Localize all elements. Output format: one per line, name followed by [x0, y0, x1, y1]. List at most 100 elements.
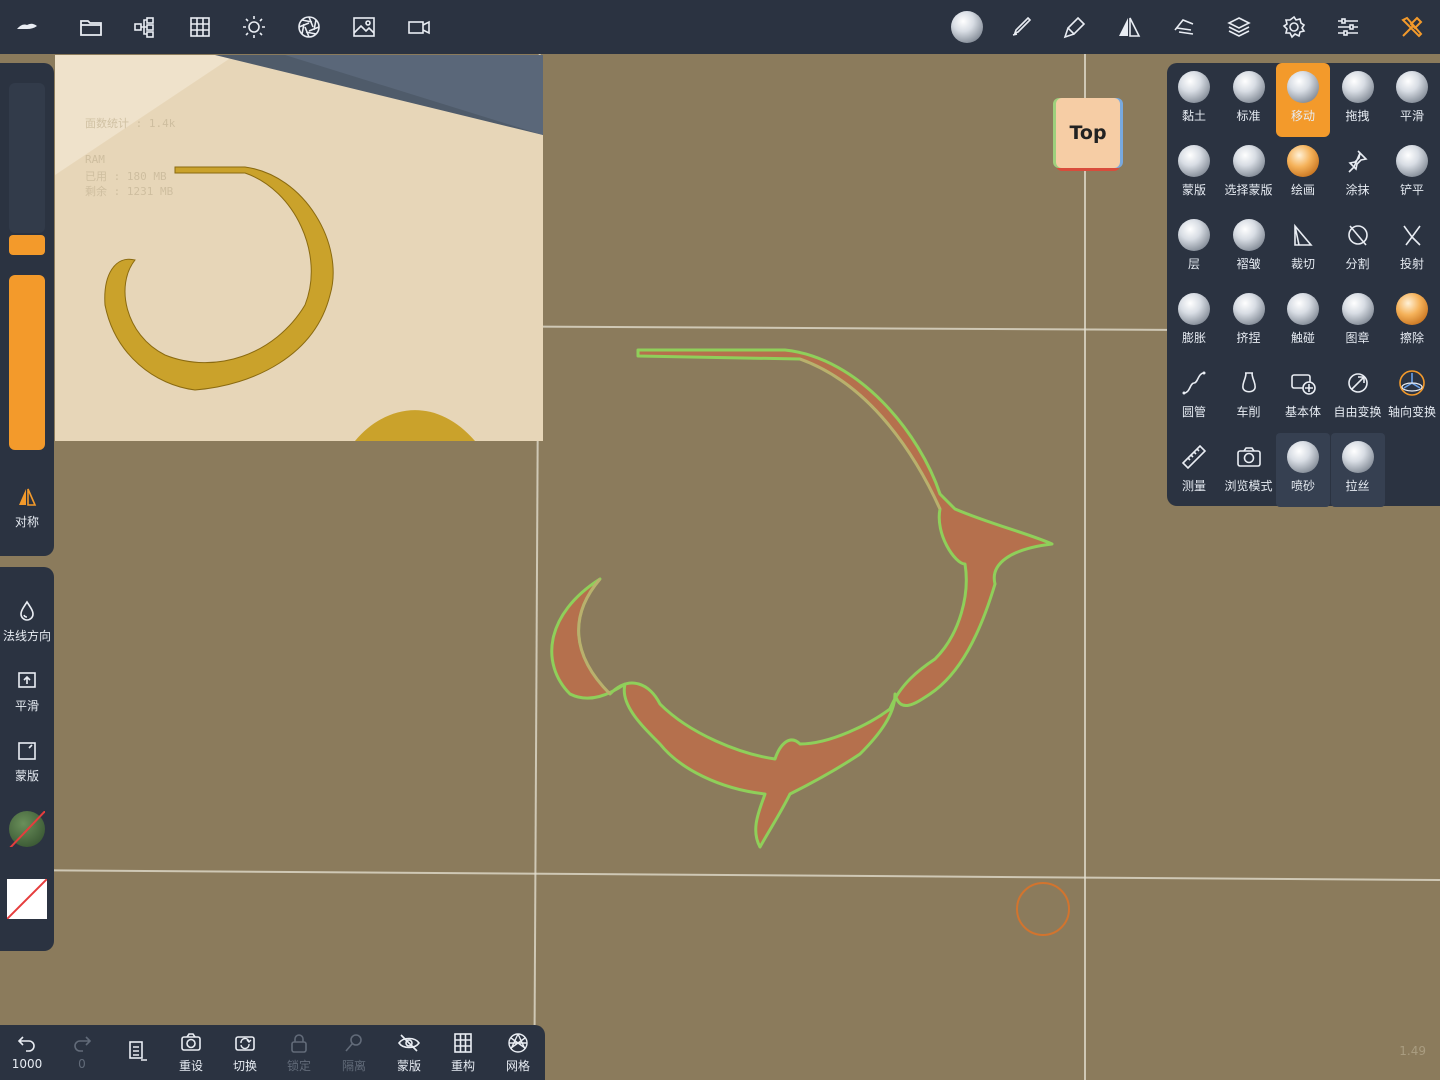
tool-褶皱[interactable]: 褶皱: [1222, 211, 1276, 285]
grid-icon[interactable]: [182, 9, 218, 45]
tool-label: 黏土: [1181, 109, 1206, 123]
top-toolbar: [0, 0, 1440, 54]
app-logo-icon[interactable]: [9, 9, 45, 45]
tool-label: 车削: [1236, 405, 1261, 419]
mask-button[interactable]: 蒙版: [0, 739, 54, 784]
tool-基本体[interactable]: 基本体: [1276, 359, 1330, 433]
redo-icon: [74, 1036, 92, 1052]
hide-mask-button[interactable]: 蒙版: [382, 1031, 436, 1074]
tool-label: 标准: [1236, 109, 1261, 123]
tool-选择蒙版[interactable]: 选择蒙版: [1222, 137, 1276, 211]
settings-icon[interactable]: [1276, 9, 1312, 45]
wireframe-sphere-icon: [508, 1033, 528, 1053]
bottom-toolbar: 1000 0 重设 切换 锁定 隔离 蒙版 重构 网格: [0, 1025, 545, 1080]
tool-涂抹[interactable]: 涂抹: [1331, 137, 1385, 211]
reference-image-panel[interactable]: 面数统计 : 1.4k RAM 已用 : 180 MB 剩余 : 1231 MB: [55, 55, 543, 441]
hand-icon[interactable]: [1166, 9, 1202, 45]
left-slider-panel: 对称: [0, 63, 54, 556]
cut-icon: [1287, 219, 1319, 251]
material-swatch[interactable]: [9, 811, 45, 847]
folder-icon[interactable]: [73, 9, 109, 45]
remesh-label: 重构: [450, 1059, 475, 1073]
view-cube-top-button[interactable]: Top: [1056, 98, 1120, 168]
color-swatch[interactable]: [7, 879, 47, 919]
tools-icon[interactable]: [1394, 9, 1430, 45]
sliders-icon[interactable]: [1330, 9, 1366, 45]
stroke-icon[interactable]: [1057, 9, 1093, 45]
tool-裁切[interactable]: 裁切: [1276, 211, 1330, 285]
undo-button[interactable]: 1000: [0, 1031, 54, 1071]
tool-拖拽[interactable]: 拖拽: [1331, 63, 1385, 137]
normal-direction-button[interactable]: 法线方向: [0, 599, 54, 644]
redo-count: 0: [78, 1057, 86, 1071]
tool-label: 浏览模式: [1224, 479, 1273, 493]
face-count-readout: 面数统计 : 1.4k: [85, 117, 176, 130]
material-sphere-icon[interactable]: [947, 9, 987, 45]
tool-平滑[interactable]: 平滑: [1385, 63, 1439, 137]
symmetry-label: 对称: [14, 515, 39, 529]
sphere-orange-brush-icon: [1287, 145, 1319, 177]
tool-喷砂[interactable]: 喷砂: [1276, 433, 1330, 507]
tool-label: 轴向变换: [1387, 405, 1436, 419]
intensity-slider[interactable]: [9, 275, 45, 450]
tool-投射[interactable]: 投射: [1385, 211, 1439, 285]
mesh-menu-button[interactable]: [110, 1039, 164, 1065]
sphere-brush-icon: [1287, 71, 1319, 103]
tool-层[interactable]: 层: [1167, 211, 1221, 285]
tool-分割[interactable]: 分割: [1331, 211, 1385, 285]
tool-蒙版[interactable]: 蒙版: [1167, 137, 1221, 211]
pivot-gizmo[interactable]: [1016, 882, 1070, 936]
tool-黏土[interactable]: 黏土: [1167, 63, 1221, 137]
redo-button[interactable]: 0: [55, 1031, 109, 1071]
tool-label: 喷砂: [1290, 479, 1315, 493]
symmetry-toggle[interactable]: 对称: [0, 485, 54, 530]
earring-mesh: [550, 348, 1054, 849]
tool-圆管[interactable]: 圆管: [1167, 359, 1221, 433]
tool-铲平[interactable]: 铲平: [1385, 137, 1439, 211]
camera-icon: [1233, 441, 1265, 473]
lathe-icon: [1233, 367, 1265, 399]
radius-slider-handle[interactable]: [9, 235, 45, 255]
sphere-brush-icon: [1178, 145, 1210, 177]
image-icon[interactable]: [346, 9, 382, 45]
project-icon: [1396, 219, 1428, 251]
wireframe-button[interactable]: 网格: [491, 1031, 545, 1074]
tool-车削[interactable]: 车削: [1222, 359, 1276, 433]
tool-擦除[interactable]: 擦除: [1385, 285, 1439, 359]
no-material-slash-icon: [9, 811, 45, 847]
tool-轴向变换[interactable]: 轴向变换: [1385, 359, 1439, 433]
tool-绘画[interactable]: 绘画: [1276, 137, 1330, 211]
tool-标准[interactable]: 标准: [1222, 63, 1276, 137]
tool-拉丝[interactable]: 拉丝: [1330, 433, 1385, 507]
radius-slider[interactable]: [9, 83, 45, 233]
remesh-button[interactable]: 重构: [436, 1031, 490, 1074]
eye-off-icon: [398, 1034, 420, 1052]
tool-测量[interactable]: 测量: [1167, 433, 1221, 507]
lock-button[interactable]: 锁定: [272, 1031, 326, 1074]
view-label: Top: [1069, 122, 1107, 144]
brush-icon[interactable]: [1003, 9, 1039, 45]
scene-tree-icon[interactable]: [127, 9, 163, 45]
isolate-button[interactable]: 隔离: [327, 1031, 381, 1074]
sun-icon[interactable]: [236, 9, 272, 45]
tool-移动[interactable]: 移动: [1276, 63, 1330, 137]
switch-button[interactable]: 切换: [218, 1031, 272, 1074]
reset-button[interactable]: 重设: [164, 1031, 218, 1074]
smooth-button[interactable]: 平滑: [0, 669, 54, 714]
tool-label: 裁切: [1290, 257, 1315, 271]
video-camera-icon[interactable]: [401, 9, 437, 45]
layers-icon[interactable]: [1221, 9, 1257, 45]
tool-浏览模式[interactable]: 浏览模式: [1222, 433, 1276, 507]
tool-label: 分割: [1345, 257, 1370, 271]
undo-icon: [17, 1036, 35, 1052]
tool-触碰[interactable]: 触碰: [1276, 285, 1330, 359]
tool-挤捏[interactable]: 挤捏: [1222, 285, 1276, 359]
sphere-brush-icon: [1232, 293, 1265, 325]
tool-膨胀[interactable]: 膨胀: [1167, 285, 1221, 359]
aperture-icon[interactable]: [291, 9, 327, 45]
symmetry-icon[interactable]: [1111, 9, 1147, 45]
tool-图章[interactable]: 图章: [1331, 285, 1385, 359]
mask-icon: [18, 742, 36, 760]
tool-自由变换[interactable]: 自由变换: [1331, 359, 1385, 433]
sphere-brush-icon: [1232, 219, 1265, 251]
